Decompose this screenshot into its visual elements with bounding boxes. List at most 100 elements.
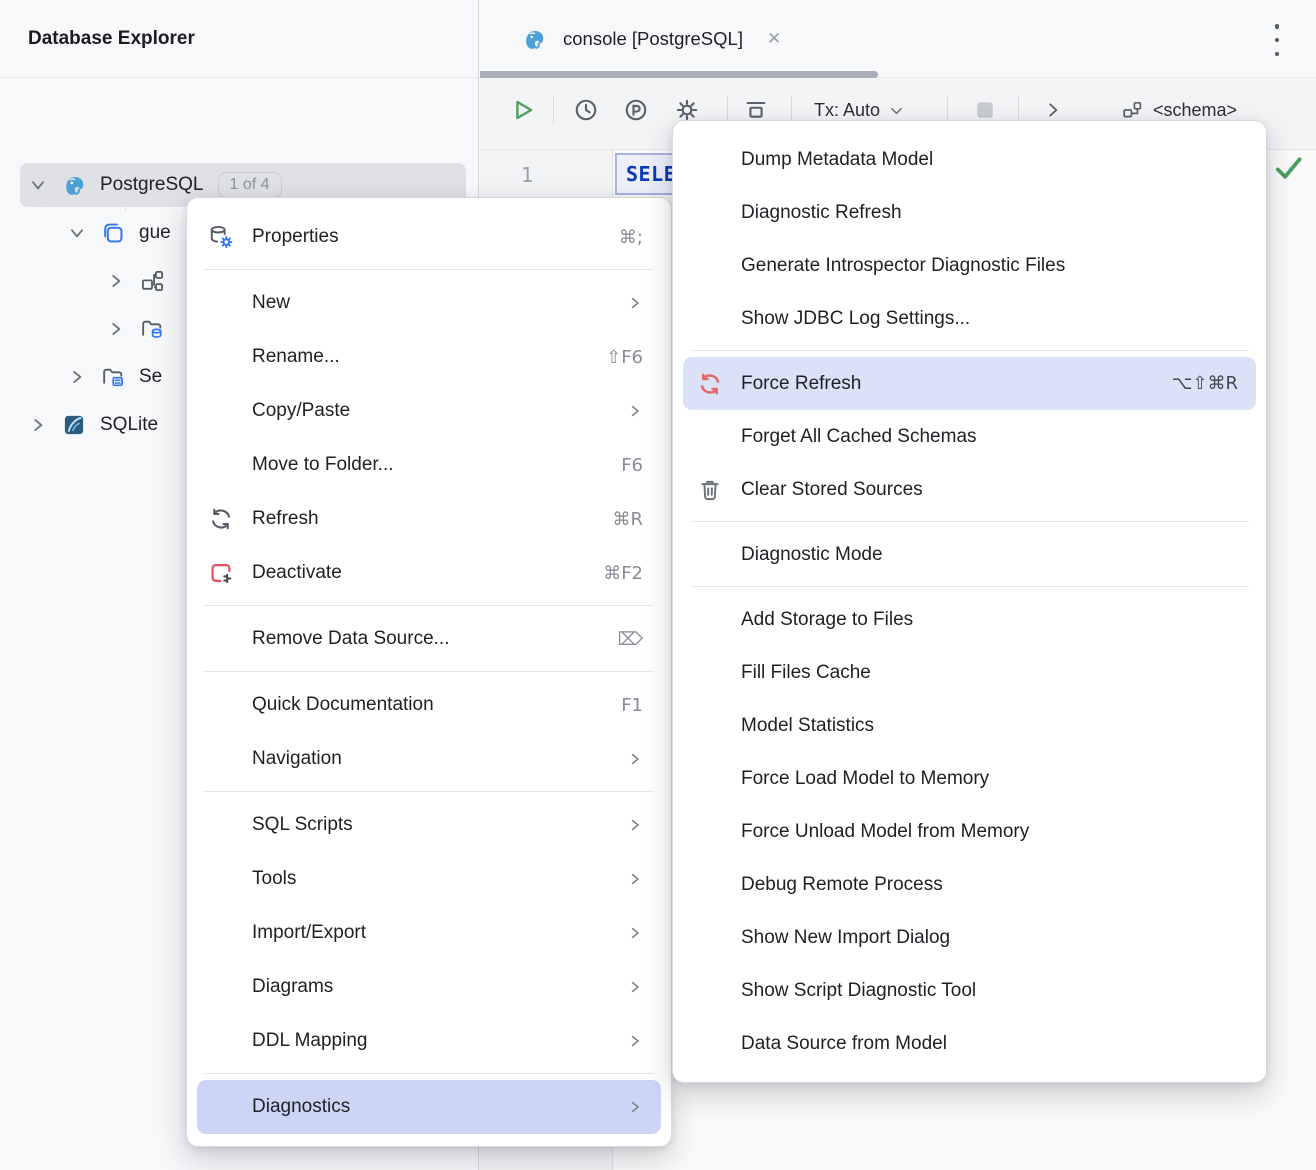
datagrip-window: 1 SELE console [PostgreSQL] ✕ Tx: Auto [0, 0, 1316, 1170]
menu-item-icon-slot [206, 624, 236, 654]
menu-item-label: Generate Introspector Diagnostic Files [741, 255, 1238, 277]
folder-database-icon [139, 316, 165, 342]
chevron-right-icon[interactable] [67, 367, 87, 387]
menu-item-quick-documentation[interactable]: Quick DocumentationF1 [197, 678, 661, 732]
menu-separator [187, 1068, 671, 1080]
tab-console-postgresql[interactable]: console [PostgreSQL] ✕ [508, 0, 781, 78]
sql-keyword: SELE [626, 162, 676, 186]
submenu-arrow-icon [627, 979, 643, 995]
menu-item-label: Copy/Paste [252, 400, 609, 422]
menu-item-icon-slot [695, 1029, 725, 1059]
menu-separator [673, 345, 1266, 357]
close-icon[interactable]: ✕ [767, 29, 781, 49]
menu-item-add-storage-to-files[interactable]: Add Storage to Files [683, 593, 1256, 646]
menu-item-force-unload-model-from-memory[interactable]: Force Unload Model from Memory [683, 805, 1256, 858]
history-button[interactable] [571, 95, 601, 125]
menu-item-icon-slot [206, 1026, 236, 1056]
menu-item-navigation[interactable]: Navigation [197, 732, 661, 786]
menu-item-label: Debug Remote Process [741, 874, 1238, 896]
menu-item-rename[interactable]: Rename...⇧F6 [197, 330, 661, 384]
menu-item-force-refresh[interactable]: Force Refresh⌥⇧⌘R [683, 357, 1256, 410]
chevron-down-icon[interactable] [67, 223, 87, 243]
menu-item-properties[interactable]: Properties⌘; [197, 210, 661, 264]
menu-item-label: Show JDBC Log Settings... [741, 308, 1238, 330]
menu-item-icon-slot [695, 540, 725, 570]
schemas-org-icon [139, 268, 165, 294]
diagnostics-submenu: Dump Metadata Model Diagnostic Refresh Gen… [672, 120, 1267, 1083]
menu-item-model-statistics[interactable]: Model Statistics [683, 699, 1256, 752]
menu-item-shortcut: F6 [621, 455, 643, 476]
force-refresh-icon [695, 369, 725, 399]
menu-item-icon-slot [206, 450, 236, 480]
menu-item-generate-introspector-diagnostic-files[interactable]: Generate Introspector Diagnostic Files [683, 239, 1256, 292]
menu-item-remove-data-source[interactable]: Remove Data Source...⌦ [197, 612, 661, 666]
chevron-down-icon[interactable] [28, 175, 48, 195]
menu-item-show-new-import-dialog[interactable]: Show New Import Dialog [683, 911, 1256, 964]
menu-item-icon-slot [206, 810, 236, 840]
menu-item-label: Remove Data Source... [252, 628, 600, 650]
more-options-kebab-icon[interactable] [1268, 22, 1286, 58]
menu-item-show-script-diagnostic-tool[interactable]: Show Script Diagnostic Tool [683, 964, 1256, 1017]
submenu-arrow-icon [627, 871, 643, 887]
submenu-arrow-icon [627, 751, 643, 767]
menu-item-icon-slot [695, 145, 725, 175]
chevron-right-icon[interactable] [106, 271, 126, 291]
schema-label: <schema> [1153, 100, 1237, 121]
menu-separator [187, 600, 671, 612]
context-menu: Properties⌘; NewRename...⇧F6 Copy/Paste Mov… [186, 197, 672, 1147]
menu-separator [673, 581, 1266, 593]
tx-mode-label: Tx: Auto [814, 100, 880, 121]
submenu-arrow-icon [627, 1099, 643, 1115]
menu-item-label: Add Storage to Files [741, 609, 1238, 631]
menu-item-label: DDL Mapping [252, 1030, 609, 1052]
menu-item-debug-remote-process[interactable]: Debug Remote Process [683, 858, 1256, 911]
menu-item-icon-slot [206, 342, 236, 372]
menu-item-diagnostics[interactable]: Diagnostics [197, 1080, 661, 1134]
menu-item-label: Tools [252, 868, 609, 890]
submenu-arrow-icon [627, 925, 643, 941]
execute-button[interactable] [508, 95, 538, 125]
menu-item-label: Dump Metadata Model [741, 149, 1238, 171]
menu-item-clear-stored-sources[interactable]: Clear Stored Sources [683, 463, 1256, 516]
parameters-button[interactable] [621, 95, 651, 125]
menu-item-label: Diagrams [252, 976, 609, 998]
menu-item-dump-metadata-model[interactable]: Dump Metadata Model [683, 133, 1256, 186]
menu-item-icon-slot [695, 817, 725, 847]
menu-item-diagnostic-mode[interactable]: Diagnostic Mode [683, 528, 1256, 581]
menu-item-label: Refresh [252, 508, 594, 530]
menu-item-diagrams[interactable]: Diagrams [197, 960, 661, 1014]
menu-item-icon-slot [695, 711, 725, 741]
menu-item-diagnostic-refresh[interactable]: Diagnostic Refresh [683, 186, 1256, 239]
menu-item-forget-all-cached-schemas[interactable]: Forget All Cached Schemas [683, 410, 1256, 463]
tree-item-label: Se [139, 366, 162, 388]
menu-item-force-load-model-to-memory[interactable]: Force Load Model to Memory [683, 752, 1256, 805]
menu-item-fill-files-cache[interactable]: Fill Files Cache [683, 646, 1256, 699]
menu-item-import-export[interactable]: Import/Export [197, 906, 661, 960]
menu-item-label: Force Refresh [741, 373, 1154, 395]
chevron-right-icon[interactable] [106, 319, 126, 339]
menu-item-icon-slot [206, 288, 236, 318]
panel-toolbar: DDL [0, 79, 478, 149]
menu-item-sql-scripts[interactable]: SQL Scripts [197, 798, 661, 852]
submenu-arrow-icon [627, 403, 643, 419]
menu-item-label: Deactivate [252, 562, 585, 584]
menu-item-deactivate[interactable]: Deactivate ⌘F2 [197, 546, 661, 600]
submenu-arrow-icon [627, 1033, 643, 1049]
menu-item-new[interactable]: New [197, 276, 661, 330]
menu-item-ddl-mapping[interactable]: DDL Mapping [197, 1014, 661, 1068]
menu-item-refresh[interactable]: Refresh⌘R [197, 492, 661, 546]
menu-item-data-source-from-model[interactable]: Data Source from Model [683, 1017, 1256, 1070]
menu-item-icon-slot [695, 422, 725, 452]
menu-item-tools[interactable]: Tools [197, 852, 661, 906]
menu-item-move-to-folder[interactable]: Move to Folder...F6 [197, 438, 661, 492]
chevron-right-icon[interactable] [28, 415, 48, 435]
menu-item-shortcut: ⌘F2 [603, 563, 643, 584]
refresh-icon [206, 504, 236, 534]
menu-item-label: Show Script Diagnostic Tool [741, 980, 1238, 1002]
menu-item-label: Quick Documentation [252, 694, 603, 716]
menu-item-label: Force Unload Model from Memory [741, 821, 1238, 843]
menu-item-label: Show New Import Dialog [741, 927, 1238, 949]
panel-header: Database Explorer [0, 0, 478, 78]
menu-item-show-jdbc-log-settings[interactable]: Show JDBC Log Settings... [683, 292, 1256, 345]
menu-item-copy-paste[interactable]: Copy/Paste [197, 384, 661, 438]
